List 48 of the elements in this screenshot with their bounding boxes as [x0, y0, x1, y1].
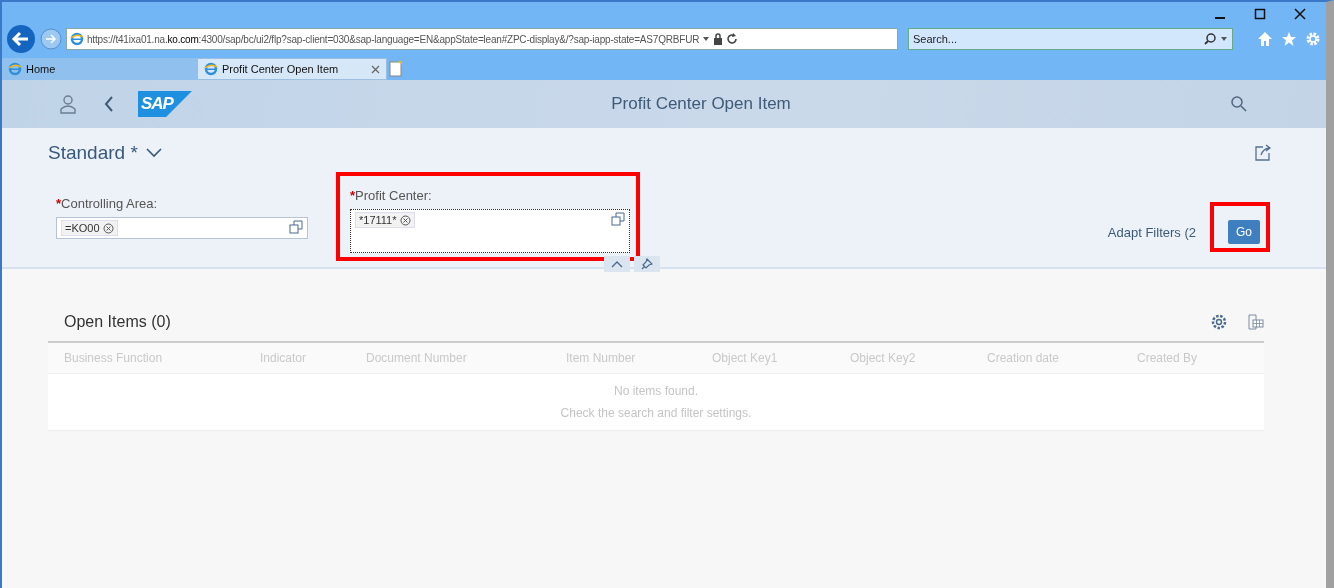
field-label: Controlling Area:	[61, 196, 158, 211]
clear-icon[interactable]	[102, 222, 114, 234]
collapse-header-button[interactable]	[604, 256, 630, 272]
pin-icon	[641, 258, 653, 270]
required-marker: *	[350, 188, 356, 203]
dropdown-caret-icon[interactable]	[702, 35, 711, 43]
required-marker: *	[56, 196, 62, 211]
back-icon[interactable]	[102, 94, 116, 114]
table-title: Open Items (0)	[64, 313, 172, 331]
value-token[interactable]: =KO00	[61, 220, 118, 236]
field-label: Profit Center:	[355, 188, 432, 203]
address-bar[interactable]: https://t41ixa01.na.ko.com:4300/sap/bc/ui2/flp?sap-client=030&sap-language=EN&appState=lean#ZPC-display&/?sap-iapp-state=AS7QRBFUR	[66, 28, 898, 50]
close-icon[interactable]	[1294, 8, 1306, 20]
url-text: https://t41ixa01.na.ko.com:4300/sap/bc/ui2/flp?sap-client=030&sap-language=EN&appState=lean#ZPC-display&/?sap-iapp-state=AS7QRBFUR	[87, 33, 700, 45]
chevron-up-icon	[611, 260, 623, 268]
input-field[interactable]: =KO00	[56, 217, 308, 239]
dropdown-caret-icon[interactable]	[1220, 35, 1228, 43]
spreadsheet-export-icon[interactable]	[1246, 313, 1264, 331]
value-help-icon[interactable]	[611, 212, 625, 226]
new-tab-icon[interactable]	[387, 58, 405, 80]
browser-logo-icon	[8, 62, 22, 76]
share-icon[interactable]	[1254, 144, 1272, 162]
refresh-icon[interactable]	[726, 33, 739, 45]
star-icon[interactable]	[1281, 31, 1297, 47]
empty-message: Check the search and filter settings.	[559, 405, 753, 422]
empty-message: No items found.	[612, 383, 699, 400]
adapt-filters-link[interactable]: Adapt Filters (2	[1107, 224, 1196, 240]
lock-icon	[713, 33, 724, 45]
close-icon[interactable]	[371, 64, 380, 74]
pin-header-button[interactable]	[634, 256, 660, 272]
go-button[interactable]: Go	[1228, 220, 1260, 244]
settings-icon[interactable]	[1210, 313, 1228, 331]
value-help-icon[interactable]	[289, 220, 303, 234]
value-token[interactable]: *17111*	[355, 212, 415, 228]
browser-tab[interactable]: Home	[2, 58, 197, 80]
browser-tab[interactable]: Profit Center Open Item	[197, 58, 387, 80]
chevron-down-icon	[145, 148, 162, 158]
user-icon[interactable]	[58, 94, 78, 114]
browser-logo-icon	[204, 62, 218, 76]
app-title: Profit Center Open Item	[610, 94, 792, 114]
clear-icon[interactable]	[399, 214, 411, 226]
search-field[interactable]: Search...	[908, 28, 1233, 50]
search-icon[interactable]	[1204, 33, 1216, 45]
maximize-icon[interactable]	[1254, 8, 1266, 20]
browser-logo-icon	[70, 32, 84, 46]
company-logo: SAP	[138, 91, 192, 117]
input-field[interactable]: *17111*	[350, 209, 630, 253]
variant-selector[interactable]: Standard *	[48, 142, 162, 164]
